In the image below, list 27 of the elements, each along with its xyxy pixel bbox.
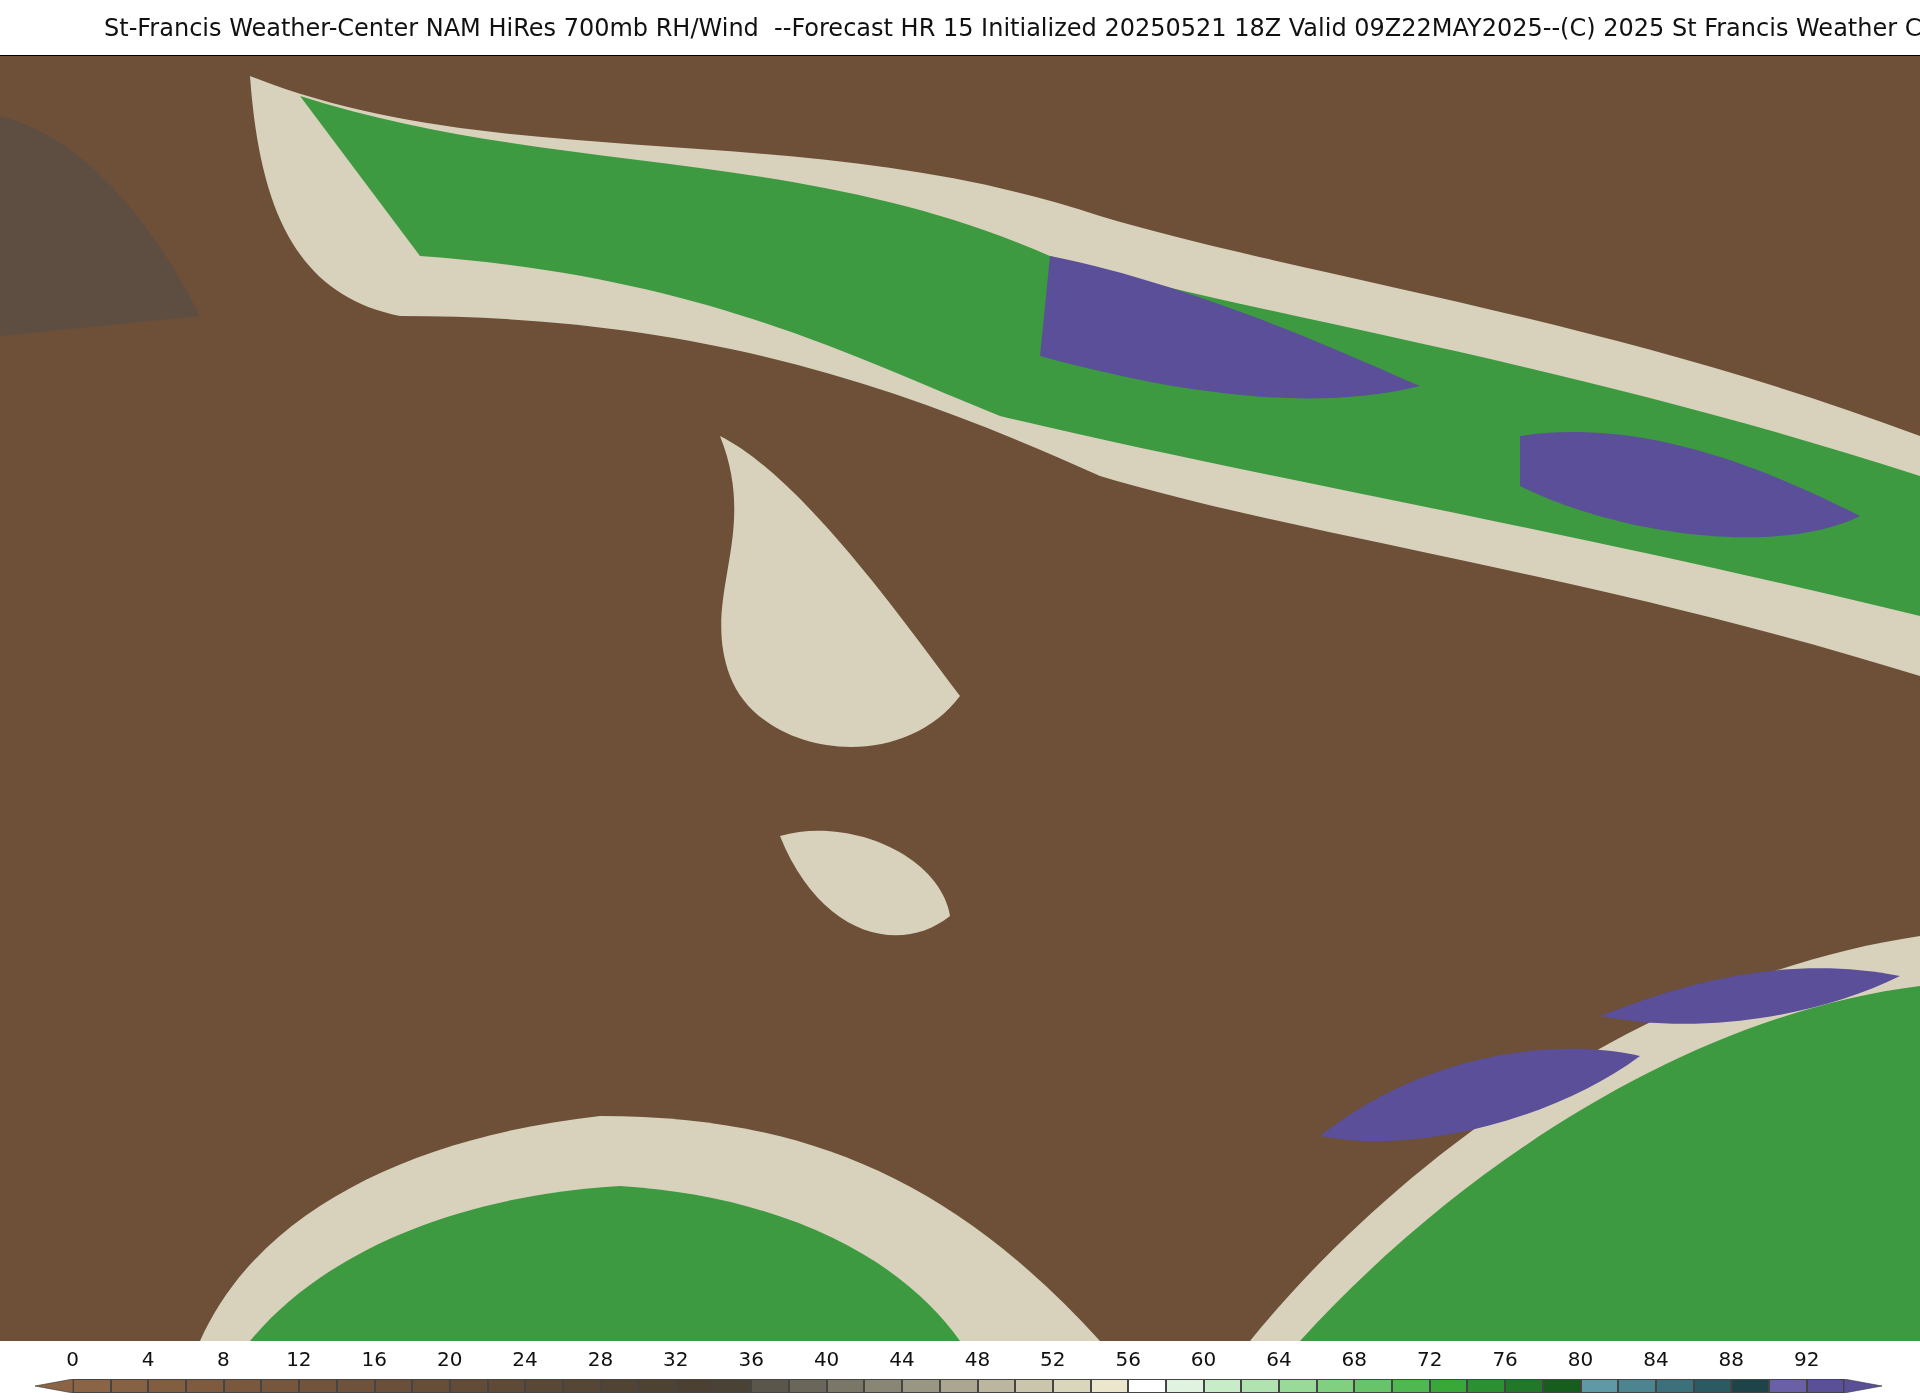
tick-label: 64 [1265, 1347, 1293, 1371]
map-title: St-Francis Weather-Center NAM HiRes 700mb RH/Wind --Forecast HR 15 Initialized 20250521 18Z Valid 09Z22MAY2025--(C) 2025 St Francis Weather C [104, 13, 1920, 42]
tick-label: 60 [1189, 1347, 1218, 1371]
tick-label: 32 [662, 1347, 690, 1371]
tick-label: 24 [511, 1347, 539, 1371]
tick-label: 84 [1642, 1347, 1670, 1371]
tick-label: 28 [586, 1347, 615, 1371]
tick-label: 12 [285, 1347, 313, 1371]
colorbar-high-arrow [1844, 1379, 1883, 1393]
tick-label: 8 [216, 1347, 231, 1371]
tick-label: 4 [140, 1347, 156, 1371]
colorbar-low-arrow [35, 1379, 73, 1393]
tick-label: 48 [963, 1347, 992, 1371]
tick-label: 20 [435, 1347, 464, 1371]
tick-label: 88 [1717, 1347, 1745, 1371]
tick-label: 36 [737, 1347, 765, 1371]
tick-label: 44 [888, 1347, 916, 1371]
tick-label: 92 [1792, 1347, 1821, 1371]
tick-label: 52 [1039, 1347, 1067, 1371]
tick-label: 16 [360, 1347, 388, 1371]
tick-label: 40 [812, 1347, 841, 1371]
tick-label: 68 [1340, 1347, 1369, 1371]
tick-label: 80 [1566, 1347, 1595, 1371]
tick-label: 0 [65, 1347, 81, 1371]
tick-label: 76 [1491, 1347, 1519, 1371]
tick-label: 72 [1416, 1347, 1444, 1371]
tick-label: 56 [1114, 1347, 1142, 1371]
